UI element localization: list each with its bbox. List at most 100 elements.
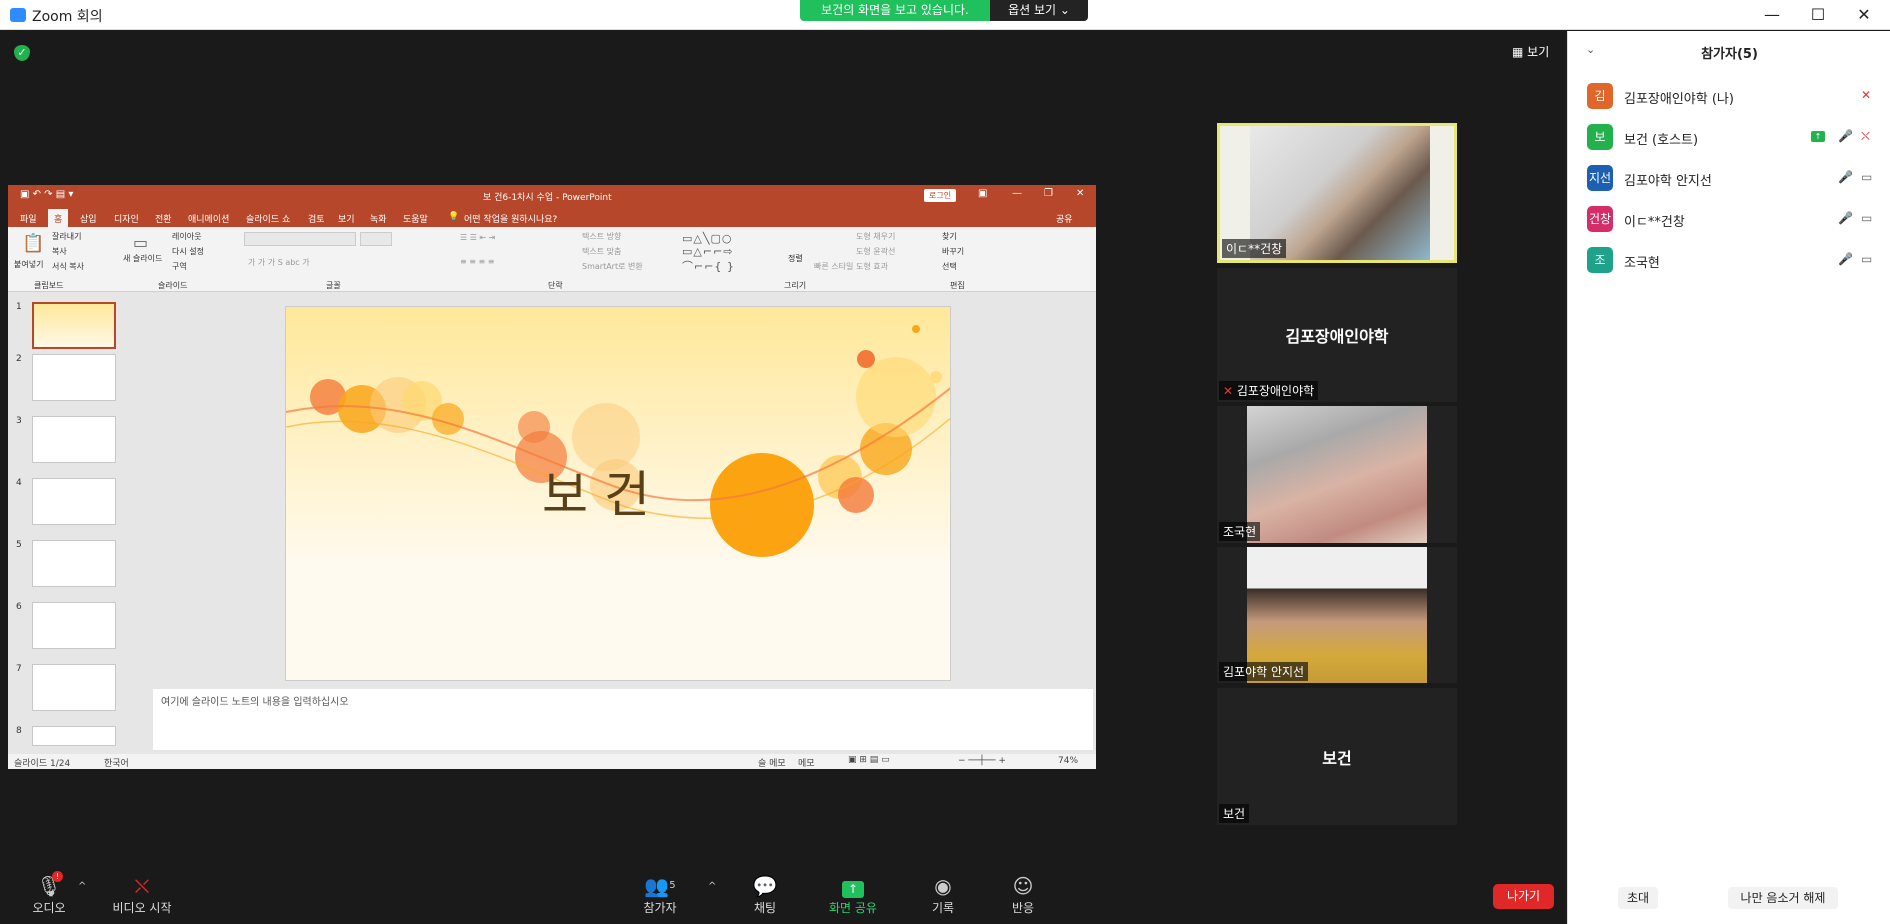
video-tile[interactable]: 보건 보건 bbox=[1217, 688, 1457, 825]
ppt-tab-review[interactable]: 검토 bbox=[308, 212, 325, 225]
view-mode-icons[interactable]: ▣ ⊞ ▤ ▭ bbox=[848, 755, 890, 765]
video-camera-icon[interactable]: ▭ bbox=[1861, 252, 1872, 266]
shape-effects-button[interactable]: 도형 효과 bbox=[856, 261, 888, 272]
align-text-button[interactable]: 텍스트 맞춤 bbox=[582, 246, 621, 257]
ppt-login-button[interactable]: 로그인 bbox=[924, 189, 957, 202]
zoom-slider[interactable]: − ──┼── + bbox=[958, 756, 1006, 766]
participants-button[interactable]: 👥5 참가자 bbox=[615, 873, 705, 916]
ppt-notes-pane[interactable]: 여기에 슬라이드 노트의 내용을 입력하십시오 bbox=[153, 689, 1093, 750]
microphone-icon[interactable]: 🎤 bbox=[1838, 211, 1853, 225]
status-zoom-level[interactable]: 74% bbox=[1058, 756, 1078, 766]
participant-row[interactable]: 조 조국현 🎤 ▭ bbox=[1568, 240, 1890, 280]
slide-thumbnail[interactable] bbox=[32, 726, 116, 746]
ppt-share-button[interactable]: 공유 bbox=[1056, 212, 1073, 225]
invite-button[interactable]: 초대 bbox=[1618, 887, 1658, 909]
shield-icon[interactable]: ✓ bbox=[14, 45, 30, 61]
ppt-maximize-icon[interactable]: ❐ bbox=[1044, 188, 1053, 199]
shapes-gallery[interactable]: ▭△╲▢○ ▭△⌐⌐⇨ ⌒⌐⌐{ } bbox=[682, 232, 735, 274]
video-camera-icon[interactable]: ▭ bbox=[1861, 211, 1872, 225]
participants-options-chevron[interactable]: ^ bbox=[708, 881, 716, 892]
quick-styles-button[interactable]: 빠른 스타일 bbox=[814, 261, 853, 272]
find-button[interactable]: 찾기 bbox=[942, 231, 957, 242]
view-options-button[interactable]: 옵션 보기 ⌄ bbox=[990, 0, 1088, 21]
reactions-button[interactable]: ☺ 반응 bbox=[978, 873, 1068, 916]
font-format-icons[interactable]: 가 가 가 S abc 가 bbox=[248, 257, 310, 268]
video-tile-active-speaker[interactable]: 이ㄷ**건창 bbox=[1217, 123, 1457, 263]
status-notes-button[interactable]: 슬 메모 bbox=[758, 756, 786, 769]
view-layout-button[interactable]: ▦ 보기 bbox=[1512, 43, 1549, 60]
close-button[interactable]: ✕ bbox=[1842, 3, 1886, 27]
layout-button[interactable]: 레이아웃 bbox=[172, 231, 201, 242]
slide-thumbnail[interactable] bbox=[32, 478, 116, 525]
ppt-tab-record[interactable]: 녹화 bbox=[370, 212, 387, 225]
format-painter-button[interactable]: 서식 복사 bbox=[52, 261, 84, 272]
arrange-button[interactable]: 정렬 bbox=[788, 253, 803, 264]
reset-button[interactable]: 다시 설정 bbox=[172, 246, 204, 257]
ppt-slide-thumbnails[interactable]: 1 2 3 4 5 6 7 8 bbox=[8, 292, 116, 750]
ppt-tab-view[interactable]: 보기 bbox=[338, 212, 355, 225]
audio-button[interactable]: 🎙! 오디오 bbox=[4, 871, 94, 916]
start-video-button[interactable]: ⛌ 비디오 시작 bbox=[97, 873, 187, 916]
align-icons[interactable]: ≡ ≡ ≡ ≡ bbox=[460, 257, 494, 266]
select-button[interactable]: 선택 bbox=[942, 261, 957, 272]
ppt-quick-access-icons[interactable]: ▣ ↶ ↷ ▤ ▾ bbox=[20, 189, 73, 200]
microphone-icon[interactable]: 🎤 bbox=[1838, 170, 1853, 184]
ppt-ribbon-display-icon[interactable]: ▣ bbox=[978, 188, 987, 199]
ppt-close-icon[interactable]: ✕ bbox=[1076, 188, 1084, 199]
cut-button[interactable]: 잘라내기 bbox=[52, 231, 81, 242]
chat-button[interactable]: 💬 채팅 bbox=[720, 873, 810, 916]
list-icons[interactable]: ☰ ☰ ⇤ ⇥ bbox=[460, 233, 495, 242]
microphone-icon[interactable]: 🎤 bbox=[1838, 252, 1853, 266]
slide-thumbnail[interactable] bbox=[32, 354, 116, 401]
minimize-button[interactable]: — bbox=[1750, 3, 1794, 27]
slide-thumbnail[interactable] bbox=[32, 602, 116, 649]
video-tile[interactable]: 조국현 bbox=[1217, 406, 1457, 543]
participant-row[interactable]: 건창 이ㄷ**건창 🎤 ▭ bbox=[1568, 199, 1890, 239]
leave-meeting-button[interactable]: 나가기 bbox=[1493, 884, 1554, 909]
text-direction-button[interactable]: 텍스트 방향 bbox=[582, 231, 621, 242]
font-name-input[interactable] bbox=[244, 232, 356, 246]
paste-icon[interactable]: 📋 bbox=[22, 233, 44, 254]
unmute-me-button[interactable]: 나만 음소거 해제 bbox=[1728, 887, 1838, 909]
video-tile[interactable]: 김포야학 안지선 bbox=[1217, 547, 1457, 683]
maximize-button[interactable]: ☐ bbox=[1796, 3, 1840, 27]
ppt-tab-animations[interactable]: 애니메이션 bbox=[188, 212, 229, 225]
shape-outline-button[interactable]: 도형 윤곽선 bbox=[856, 246, 895, 257]
ppt-tab-design[interactable]: 디자인 bbox=[114, 212, 139, 225]
section-button[interactable]: 구역 bbox=[172, 261, 187, 272]
smartart-button[interactable]: SmartArt로 변환 bbox=[582, 261, 643, 272]
replace-button[interactable]: 바꾸기 bbox=[942, 246, 964, 257]
mic-muted-icon[interactable]: ✕ bbox=[1861, 88, 1871, 102]
shared-powerpoint-window[interactable]: ▣ ↶ ↷ ▤ ▾ 보 건6-1차시 수업 - PowerPoint 로그인 ▣… bbox=[8, 185, 1096, 769]
slide-thumbnail[interactable] bbox=[32, 416, 116, 463]
share-screen-button[interactable]: ↑ 화면 공유 bbox=[808, 873, 898, 916]
ppt-tab-help[interactable]: 도움말 bbox=[403, 212, 428, 225]
ppt-tab-insert[interactable]: 삽입 bbox=[80, 212, 97, 225]
ppt-tab-file[interactable]: 파일 bbox=[20, 212, 37, 225]
ppt-tab-home[interactable]: 홈 bbox=[48, 209, 69, 228]
microphone-icon[interactable]: 🎤 bbox=[1838, 129, 1853, 143]
ppt-tell-me[interactable]: 어떤 작업을 원하시나요? bbox=[464, 212, 557, 225]
slide-thumbnail[interactable] bbox=[32, 664, 116, 711]
ppt-minimize-icon[interactable]: — bbox=[1012, 188, 1022, 199]
ppt-current-slide[interactable]: 보 건 bbox=[285, 306, 951, 681]
slide-thumbnail[interactable] bbox=[32, 302, 116, 349]
paste-button[interactable]: 붙여넣기 bbox=[14, 259, 43, 270]
new-slide-button[interactable]: 새 슬라이드 bbox=[123, 253, 162, 264]
participant-row[interactable]: 지선 김포야학 안지선 🎤 ▭ bbox=[1568, 158, 1890, 198]
record-button[interactable]: ◉ 기록 bbox=[898, 873, 988, 916]
ppt-tab-slideshow[interactable]: 슬라이드 쇼 bbox=[246, 212, 290, 225]
slide-thumbnail[interactable] bbox=[32, 540, 116, 587]
new-slide-icon[interactable]: ▭ bbox=[133, 233, 148, 252]
font-size-input[interactable] bbox=[360, 232, 392, 246]
status-comments-button[interactable]: 메모 bbox=[798, 756, 815, 769]
participant-row[interactable]: 김 김포장애인야학 (나) ✕ bbox=[1568, 76, 1890, 116]
video-camera-icon[interactable]: ▭ bbox=[1861, 170, 1872, 184]
copy-button[interactable]: 복사 bbox=[52, 246, 67, 257]
participant-row[interactable]: 보 보건 (호스트) ↑ 🎤 ⛌ bbox=[1568, 117, 1890, 157]
ppt-tab-transitions[interactable]: 전환 bbox=[155, 212, 172, 225]
audio-options-chevron[interactable]: ^ bbox=[78, 881, 86, 892]
video-tile[interactable]: 김포장애인야학 ✕ 김포장애인야학 bbox=[1217, 268, 1457, 402]
shape-fill-button[interactable]: 도형 채우기 bbox=[856, 231, 895, 242]
video-off-icon[interactable]: ⛌ bbox=[1861, 129, 1870, 144]
